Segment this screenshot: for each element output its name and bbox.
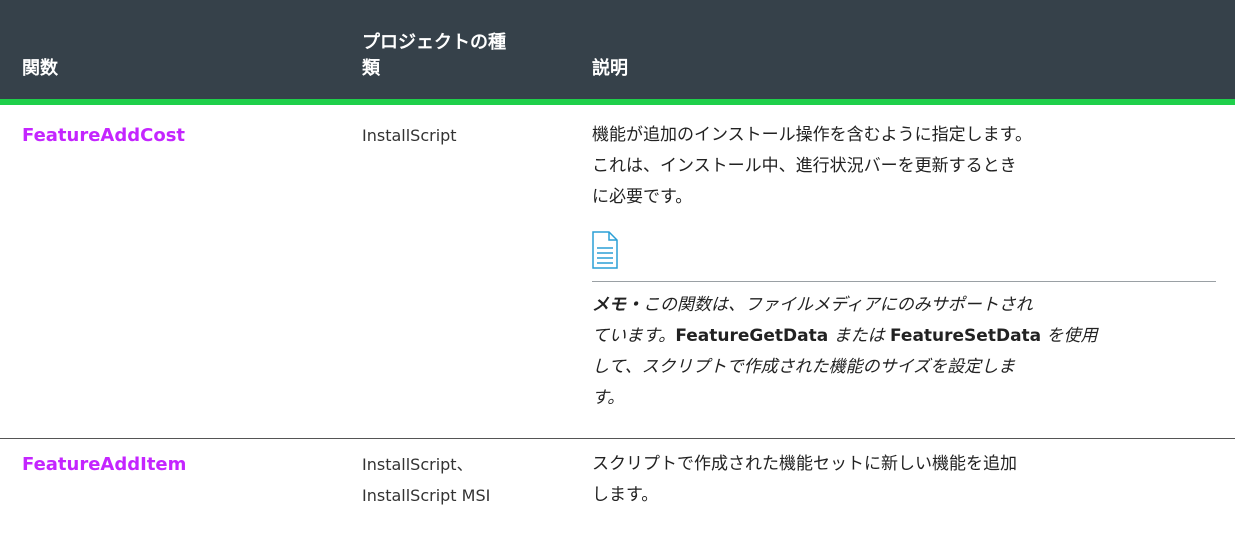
table-header-row: 関数 プロジェクトの種類 説明 xyxy=(0,0,1235,102)
project-type-text: InstallScript MSI xyxy=(362,486,491,505)
note-divider xyxy=(592,281,1216,282)
project-type-text: InstallScript、 xyxy=(362,455,473,474)
note-icon xyxy=(592,231,1215,275)
description-cell: スクリプトで作成された機能セットに新しい機能を追加 します。 xyxy=(570,439,1235,512)
description-text: スクリプトで作成された機能セットに新しい機能を追加 します。 xyxy=(592,454,1017,505)
description-cell: 機能が追加のインストール操作を含むように指定します。 これは、インストール中、進… xyxy=(570,102,1235,439)
function-cell: FeatureAddItem xyxy=(0,439,340,512)
note-function-ref: FeatureSetData xyxy=(889,326,1042,346)
function-link-featureadditem[interactable]: FeatureAddItem xyxy=(22,454,186,475)
header-project-type: プロジェクトの種類 xyxy=(340,0,570,102)
function-link-featureaddcost[interactable]: FeatureAddCost xyxy=(22,125,185,146)
table-row: FeatureAddItem InstallScript、 InstallScr… xyxy=(0,439,1235,512)
header-description: 説明 xyxy=(570,0,1235,102)
note-function-ref: FeatureGetData xyxy=(675,326,829,346)
header-function: 関数 xyxy=(0,0,340,102)
project-type-text: InstallScript xyxy=(362,126,457,145)
functions-table: 関数 プロジェクトの種類 説明 FeatureAddCost InstallSc… xyxy=(0,0,1235,511)
table-row: FeatureAddCost InstallScript 機能が追加のインストー… xyxy=(0,102,1235,439)
function-cell: FeatureAddCost xyxy=(0,102,340,439)
note-text: メモ・この関数は、ファイルメディアにのみサポートされ ています。FeatureG… xyxy=(592,295,1098,408)
project-type-cell: InstallScript、 InstallScript MSI xyxy=(340,439,570,512)
description-text: 機能が追加のインストール操作を含むように指定します。 これは、インストール中、進… xyxy=(592,125,1032,207)
project-type-cell: InstallScript xyxy=(340,102,570,439)
